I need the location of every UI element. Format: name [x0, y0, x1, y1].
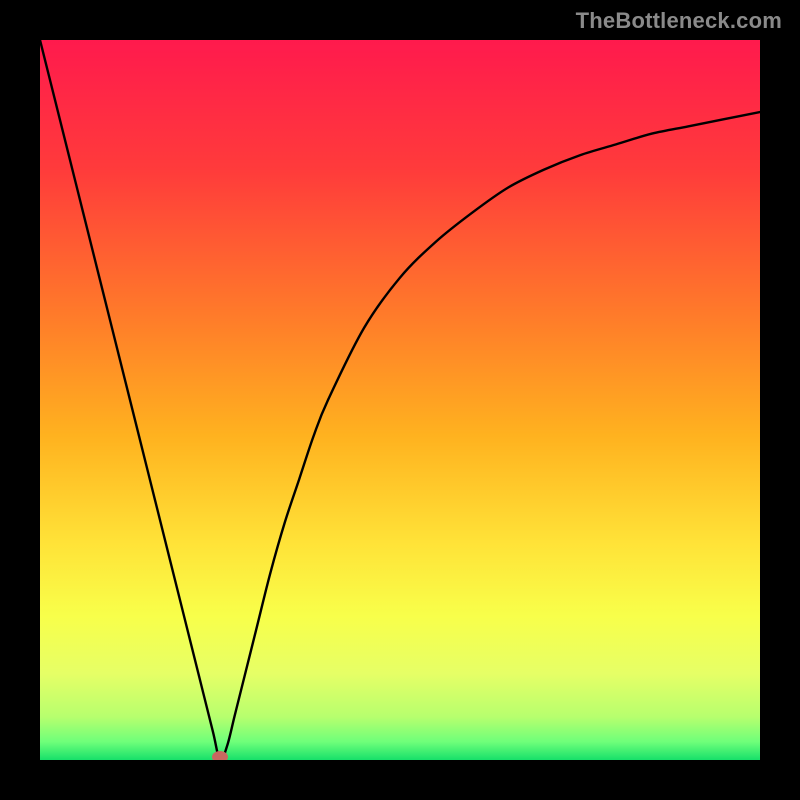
bottleneck-curve-chart [40, 40, 760, 760]
gradient-background [40, 40, 760, 760]
plot-area [40, 40, 760, 760]
chart-frame: TheBottleneck.com [0, 0, 800, 800]
watermark-text: TheBottleneck.com [576, 8, 782, 34]
